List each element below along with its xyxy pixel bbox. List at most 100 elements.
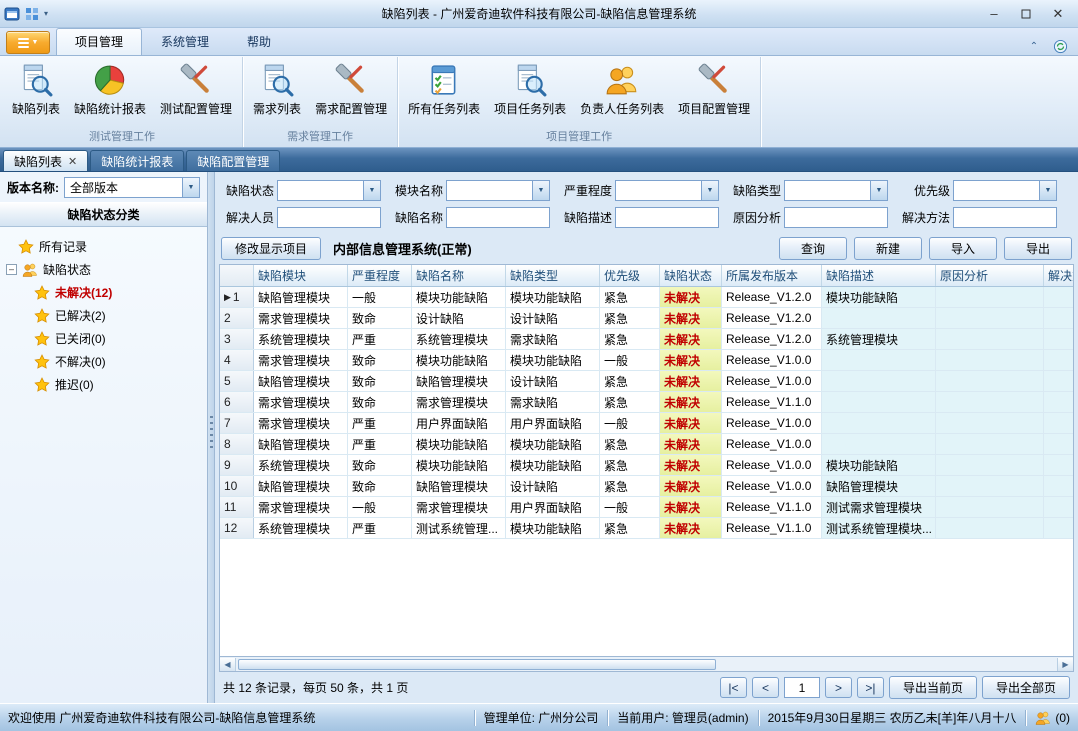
doc-tab-1[interactable]: 缺陷列表✕: [3, 150, 88, 171]
table-cell[interactable]: Release_V1.0.0: [722, 371, 822, 391]
filter-combobox[interactable]: ▼: [277, 180, 381, 201]
table-cell[interactable]: 未解决: [660, 518, 722, 538]
tree-item-3[interactable]: 未解决(12): [4, 281, 203, 304]
table-cell[interactable]: 设计缺陷: [412, 308, 506, 328]
table-cell[interactable]: 紧急: [600, 308, 660, 328]
table-cell[interactable]: [822, 308, 936, 328]
table-cell[interactable]: 设计缺陷: [506, 308, 600, 328]
ribbon-item[interactable]: 需求配置管理: [308, 59, 394, 120]
ribbon-item[interactable]: 项目配置管理: [671, 59, 757, 120]
version-combobox[interactable]: 全部版本 ▼: [64, 177, 200, 198]
table-cell[interactable]: 模块功能缺陷: [412, 350, 506, 370]
table-row[interactable]: ▶1缺陷管理模块一般模块功能缺陷模块功能缺陷紧急未解决Release_V1.2.…: [220, 287, 1073, 308]
app-window-icon[interactable]: [4, 6, 20, 22]
prev-page-button[interactable]: <: [752, 677, 779, 698]
table-cell[interactable]: [936, 308, 1044, 328]
table-cell[interactable]: 紧急: [600, 287, 660, 307]
online-count[interactable]: (0): [1055, 711, 1070, 725]
table-cell[interactable]: 致命: [348, 308, 412, 328]
column-header[interactable]: 缺陷类型: [506, 265, 600, 286]
minimize-button[interactable]: –: [978, 3, 1010, 25]
modify-display-columns-button[interactable]: 修改显示项目: [221, 237, 321, 260]
row-gutter[interactable]: 7: [220, 413, 254, 433]
table-cell[interactable]: Release_V1.1.0: [722, 497, 822, 517]
table-cell[interactable]: [822, 350, 936, 370]
maximize-button[interactable]: [1010, 3, 1042, 25]
chevron-down-icon[interactable]: ▼: [870, 181, 887, 200]
tree-item-1[interactable]: 所有记录: [4, 235, 203, 258]
table-cell[interactable]: 系统管理模块: [254, 455, 348, 475]
table-cell[interactable]: [1044, 350, 1074, 370]
table-cell[interactable]: 一般: [600, 350, 660, 370]
table-cell[interactable]: [936, 392, 1044, 412]
table-cell[interactable]: [936, 329, 1044, 349]
table-cell[interactable]: 致命: [348, 371, 412, 391]
table-cell[interactable]: [822, 413, 936, 433]
table-cell[interactable]: 需求管理模块: [412, 497, 506, 517]
row-gutter[interactable]: 12: [220, 518, 254, 538]
ribbon-item[interactable]: 测试配置管理: [153, 59, 239, 120]
table-cell[interactable]: [1044, 497, 1074, 517]
table-cell[interactable]: 模块功能缺陷: [822, 455, 936, 475]
table-cell[interactable]: Release_V1.1.0: [722, 392, 822, 412]
ribbon-tab-2[interactable]: 系统管理: [142, 28, 228, 55]
table-cell[interactable]: 模块功能缺陷: [506, 350, 600, 370]
collapse-icon[interactable]: –: [6, 264, 17, 275]
export-all-pages-button[interactable]: 导出全部页: [982, 676, 1070, 699]
column-header[interactable]: 所属发布版本: [722, 265, 822, 286]
new-button[interactable]: 新建: [854, 237, 922, 260]
chevron-down-icon[interactable]: ▼: [701, 181, 718, 200]
table-cell[interactable]: 未解决: [660, 287, 722, 307]
tree-item-2[interactable]: –缺陷状态: [4, 258, 203, 281]
table-cell[interactable]: [1044, 392, 1074, 412]
table-cell[interactable]: 缺陷管理模块: [822, 476, 936, 496]
table-cell[interactable]: 缺陷管理模块: [254, 476, 348, 496]
column-header[interactable]: 解决方法: [1044, 265, 1074, 286]
table-cell[interactable]: 设计缺陷: [506, 371, 600, 391]
column-header[interactable]: 原因分析: [936, 265, 1044, 286]
table-cell[interactable]: 紧急: [600, 392, 660, 412]
filter-combobox-input[interactable]: [954, 184, 1039, 198]
table-cell[interactable]: 未解决: [660, 392, 722, 412]
table-cell[interactable]: 致命: [348, 350, 412, 370]
scroll-left-icon[interactable]: ◀: [220, 658, 236, 671]
row-gutter[interactable]: 5: [220, 371, 254, 391]
filter-combobox[interactable]: ▼: [784, 180, 888, 201]
column-header[interactable]: 缺陷描述: [822, 265, 936, 286]
sidebar-splitter[interactable]: [208, 172, 215, 703]
table-cell[interactable]: 需求管理模块: [254, 392, 348, 412]
table-cell[interactable]: [936, 518, 1044, 538]
table-cell[interactable]: 未解决: [660, 413, 722, 433]
row-gutter[interactable]: 8: [220, 434, 254, 454]
table-cell[interactable]: 严重: [348, 434, 412, 454]
ribbon-item[interactable]: 缺陷列表: [5, 59, 67, 120]
table-cell[interactable]: [1044, 308, 1074, 328]
row-gutter[interactable]: 9: [220, 455, 254, 475]
table-cell[interactable]: 未解决: [660, 371, 722, 391]
table-cell[interactable]: Release_V1.2.0: [722, 308, 822, 328]
table-cell[interactable]: Release_V1.0.0: [722, 434, 822, 454]
table-cell[interactable]: 设计缺陷: [506, 476, 600, 496]
table-cell[interactable]: 紧急: [600, 371, 660, 391]
ribbon-tab-3[interactable]: 帮助: [228, 28, 290, 55]
ribbon-item[interactable]: 所有任务列表: [401, 59, 487, 120]
table-cell[interactable]: 缺陷管理模块: [412, 371, 506, 391]
table-row[interactable]: 10缺陷管理模块致命缺陷管理模块设计缺陷紧急未解决Release_V1.0.0缺…: [220, 476, 1073, 497]
close-button[interactable]: ✕: [1042, 3, 1074, 25]
table-cell[interactable]: 紧急: [600, 476, 660, 496]
filter-text-input[interactable]: [277, 207, 381, 228]
table-cell[interactable]: [1044, 287, 1074, 307]
table-row[interactable]: 9系统管理模块致命模块功能缺陷模块功能缺陷紧急未解决Release_V1.0.0…: [220, 455, 1073, 476]
horizontal-scrollbar[interactable]: ◀ ▶: [219, 657, 1074, 672]
chevron-down-icon[interactable]: ▼: [363, 181, 380, 200]
first-page-button[interactable]: |<: [720, 677, 747, 698]
column-header[interactable]: 缺陷模块: [254, 265, 348, 286]
export-button[interactable]: 导出: [1004, 237, 1072, 260]
table-cell[interactable]: 一般: [600, 413, 660, 433]
tree-item-6[interactable]: 不解决(0): [4, 350, 203, 373]
table-cell[interactable]: 缺陷管理模块: [254, 371, 348, 391]
table-row[interactable]: 12系统管理模块严重测试系统管理...模块功能缺陷紧急未解决Release_V1…: [220, 518, 1073, 539]
about-button[interactable]: [1050, 37, 1070, 55]
table-row[interactable]: 2需求管理模块致命设计缺陷设计缺陷紧急未解决Release_V1.2.0: [220, 308, 1073, 329]
table-cell[interactable]: 严重: [348, 518, 412, 538]
